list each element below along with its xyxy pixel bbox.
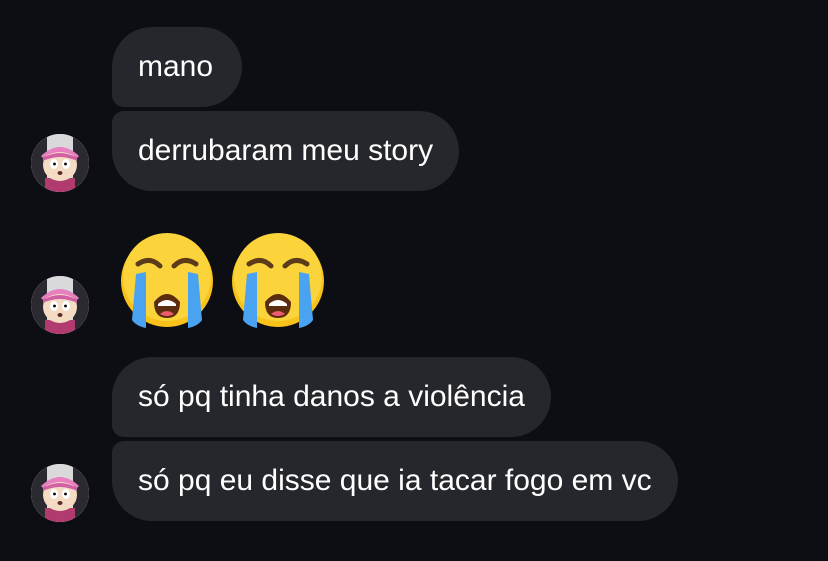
avatar[interactable] xyxy=(31,276,89,334)
message-bubble[interactable]: derrubaram meu story xyxy=(112,111,460,191)
avatar-character-icon xyxy=(31,276,89,334)
message-text: só pq tinha danos a violência xyxy=(138,380,525,413)
message-bubble[interactable]: mano xyxy=(112,27,242,107)
message-bubble[interactable]: só pq eu disse que ia tacar fogo em vc xyxy=(112,441,678,521)
message-text: derrubaram meu story xyxy=(138,134,434,167)
message-text: só pq eu disse que ia tacar fogo em vc xyxy=(138,464,652,497)
message-text: mano xyxy=(138,50,214,83)
avatar-character-icon xyxy=(31,464,89,522)
avatar[interactable] xyxy=(31,464,89,522)
message-bubble[interactable]: só pq tinha danos a violência xyxy=(112,357,551,437)
loudly-crying-face-icon[interactable] xyxy=(229,232,327,330)
avatar[interactable] xyxy=(31,134,89,192)
avatar-character-icon xyxy=(31,134,89,192)
loudly-crying-face-icon[interactable] xyxy=(118,232,216,330)
